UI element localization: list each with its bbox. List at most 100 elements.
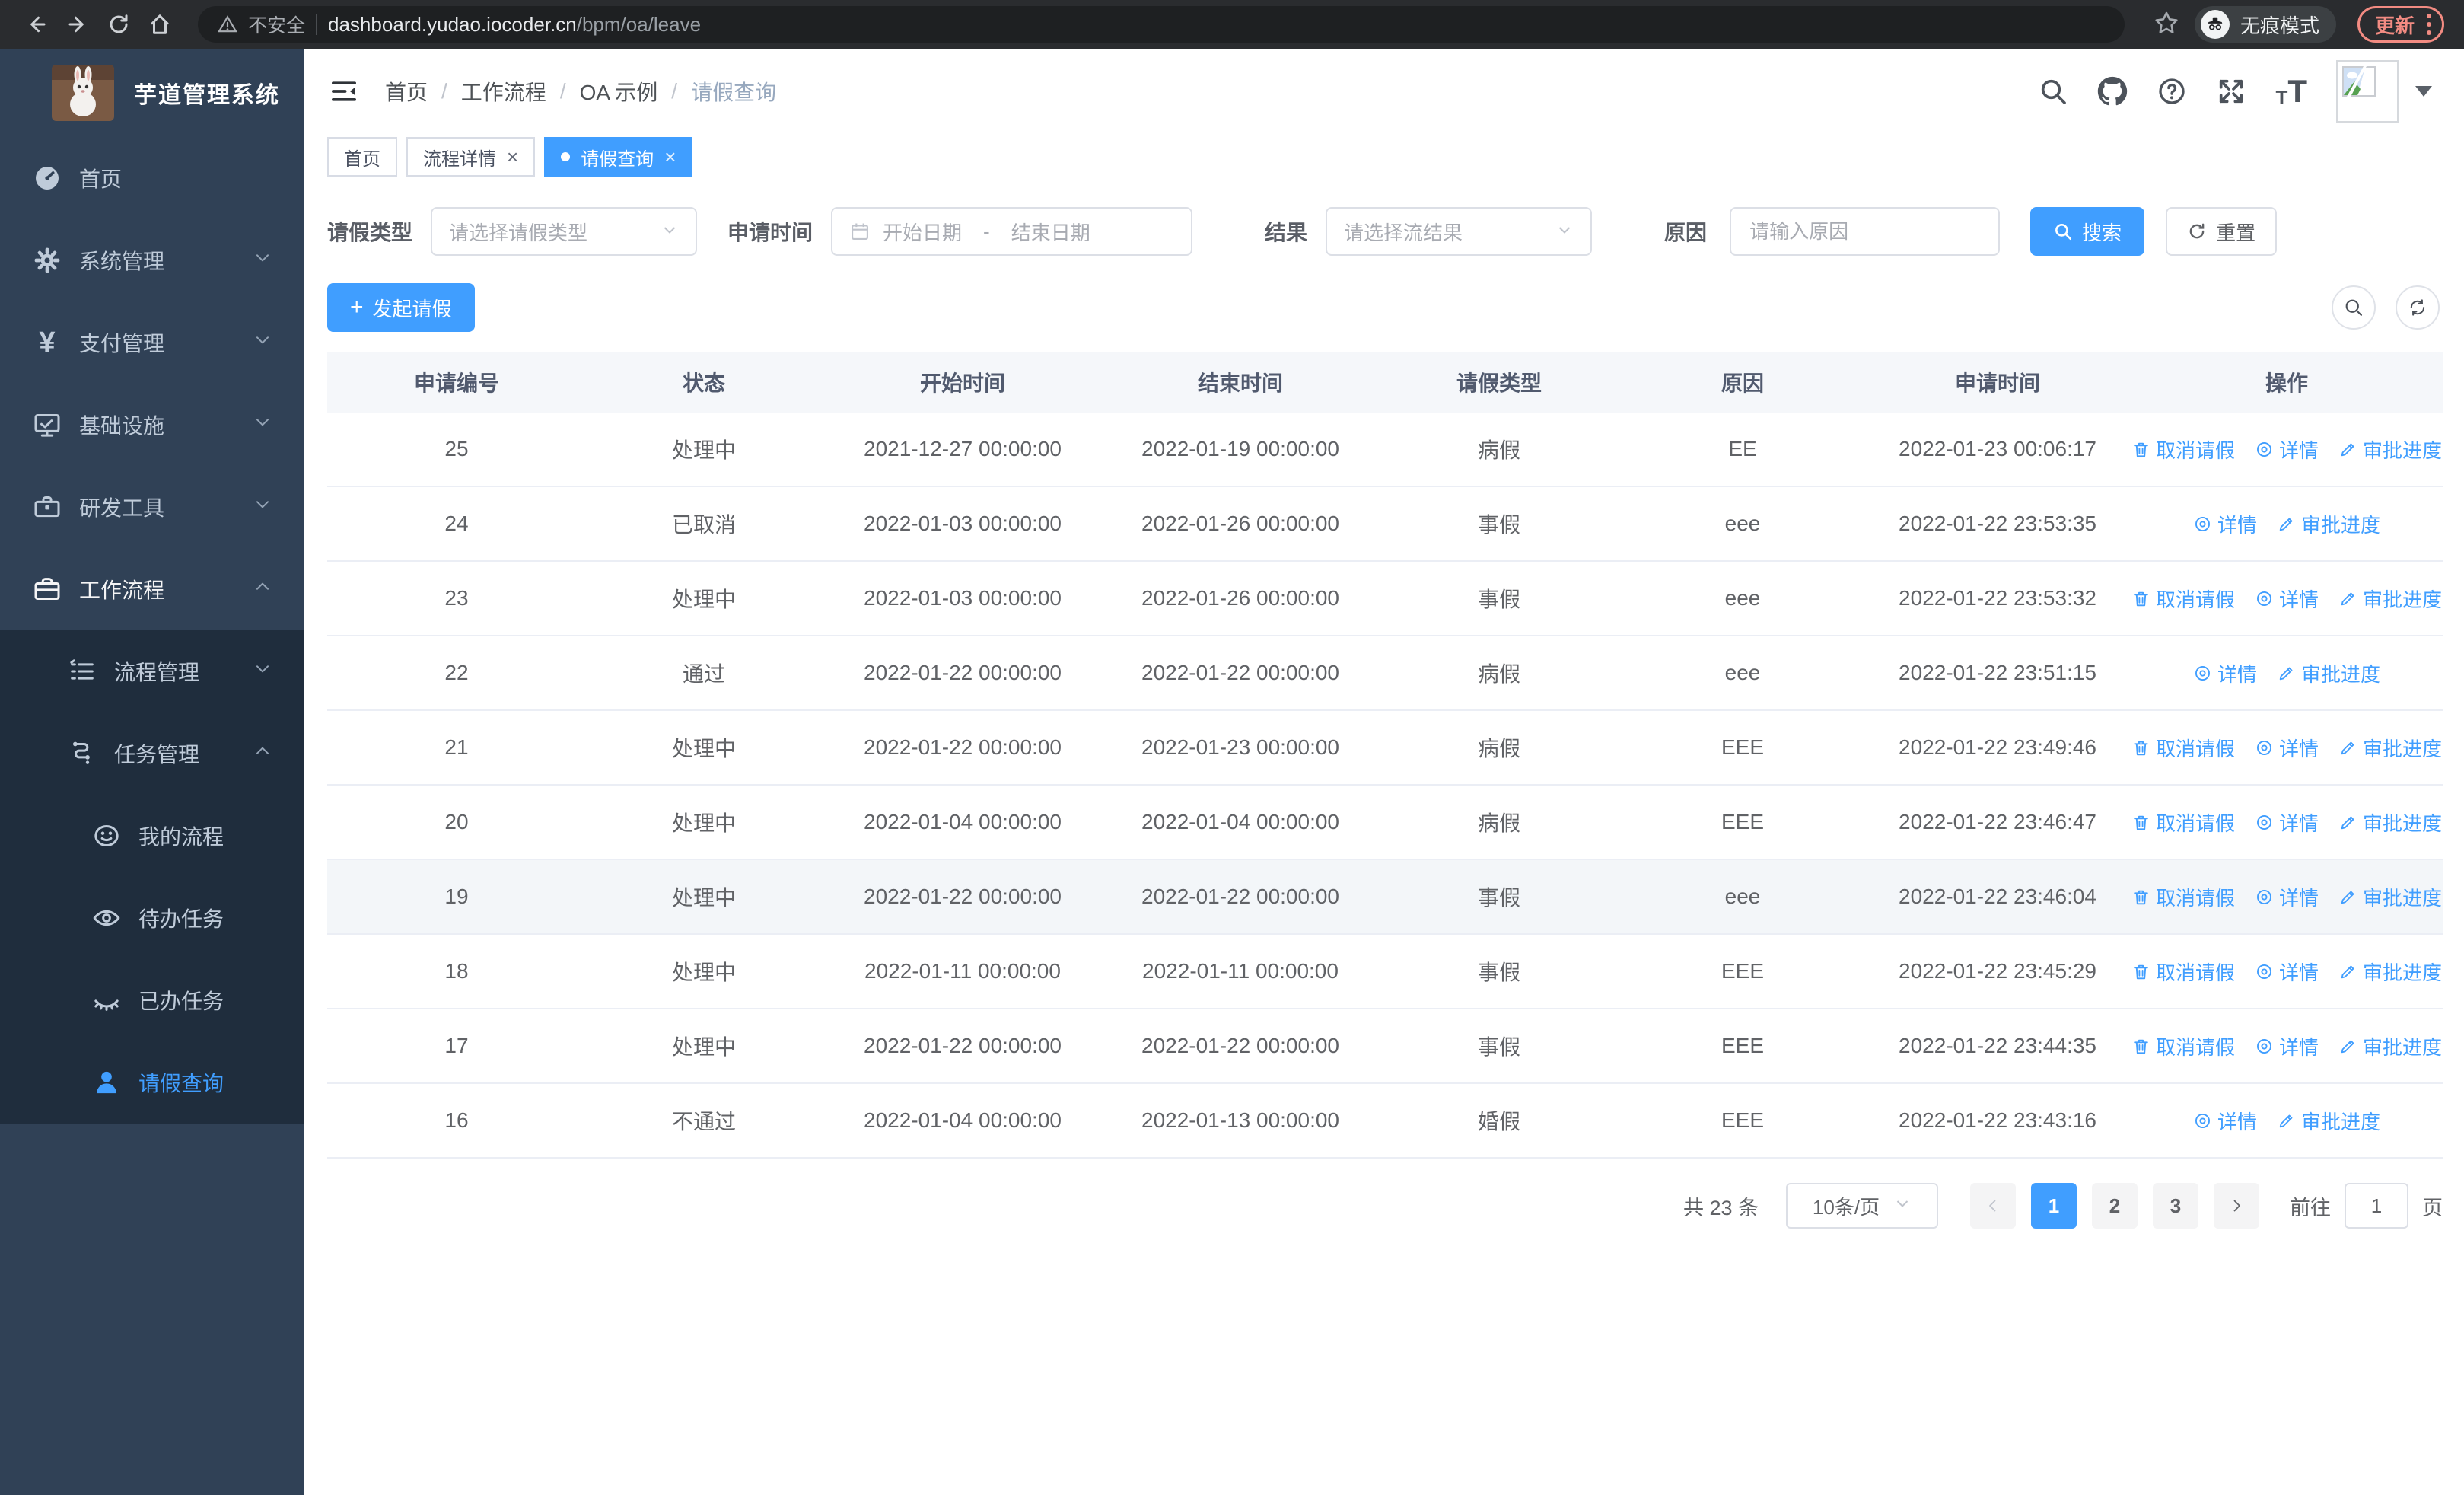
- table-row-20: 20 处理中 2022-01-04 00:00:00 2022-01-04 00:00…: [327, 786, 2443, 860]
- sidebar-fold-icon[interactable]: [327, 75, 361, 108]
- incognito-badge[interactable]: 无痕模式: [2194, 6, 2336, 43]
- cancel-leave-link[interactable]: 取消请假: [2131, 435, 2235, 464]
- detail-link[interactable]: 详情: [2193, 1107, 2257, 1135]
- close-icon[interactable]: ×: [507, 147, 518, 167]
- breadcrumb-item-2[interactable]: OA 示例: [580, 76, 658, 107]
- progress-link[interactable]: 审批进度: [2338, 435, 2442, 464]
- detail-link[interactable]: 详情: [2255, 585, 2319, 613]
- sidebar-item-6[interactable]: 流程管理: [0, 630, 304, 712]
- sidebar-item-8[interactable]: 我的流程: [0, 795, 304, 877]
- cell-leave-type: 婚假: [1477, 1110, 1520, 1133]
- cancel-leave-link[interactable]: 取消请假: [2131, 883, 2235, 911]
- action-label: 审批进度: [2363, 737, 2443, 760]
- sidebar-item-9[interactable]: 待办任务: [0, 877, 304, 959]
- forward-icon[interactable]: [61, 8, 94, 41]
- page-size-select[interactable]: 10条/页: [1786, 1183, 1938, 1229]
- sidebar-item-3[interactable]: 基础设施: [0, 384, 304, 466]
- progress-link[interactable]: 审批进度: [2338, 883, 2442, 911]
- reset-button[interactable]: 重置: [2166, 207, 2278, 256]
- cell-end-time: 2022-01-23 00:00:00: [1141, 735, 1339, 759]
- cell-apply-time: 2022-01-22 23:43:16: [1899, 1108, 2096, 1132]
- sidebar-item-5[interactable]: 工作流程: [0, 548, 304, 630]
- browser-update-button[interactable]: 更新: [2357, 6, 2444, 43]
- progress-link[interactable]: 审批进度: [2338, 1032, 2442, 1060]
- refresh-button[interactable]: [2396, 285, 2440, 330]
- browser-menu-icon[interactable]: [2427, 14, 2431, 35]
- page-button-1[interactable]: 1: [2031, 1183, 2077, 1229]
- cell-status: 处理中: [671, 737, 736, 760]
- detail-link[interactable]: 详情: [2255, 958, 2319, 986]
- detail-link[interactable]: 详情: [2193, 510, 2257, 538]
- cancel-leave-link[interactable]: 取消请假: [2131, 958, 2235, 986]
- chevron-down-icon: [1893, 1194, 1912, 1218]
- sidebar-item-label: 基础设施: [79, 414, 165, 438]
- detail-link[interactable]: 详情: [2255, 1032, 2319, 1060]
- github-icon[interactable]: [2097, 76, 2128, 107]
- toggle-search-button[interactable]: [2332, 285, 2376, 330]
- reload-icon[interactable]: [102, 8, 135, 41]
- cancel-leave-link[interactable]: 取消请假: [2131, 734, 2235, 762]
- home-icon[interactable]: [143, 8, 177, 41]
- apply-time-range-picker[interactable]: 开始日期 - 结束日期: [831, 207, 1193, 256]
- url-text[interactable]: dashboard.yudao.iocoder.cn/bpm/oa/leave: [328, 13, 701, 37]
- progress-link[interactable]: 审批进度: [2338, 808, 2442, 837]
- reason-input[interactable]: [1730, 207, 2001, 256]
- app-logo[interactable]: 芋道管理系统: [0, 49, 304, 137]
- goto-page-input[interactable]: [2345, 1183, 2408, 1229]
- detail-link[interactable]: 详情: [2255, 883, 2319, 911]
- sidebar-item-0[interactable]: 首页: [0, 137, 304, 219]
- next-page-button[interactable]: [2214, 1183, 2259, 1229]
- avatar[interactable]: [2336, 60, 2399, 123]
- progress-link[interactable]: 审批进度: [2277, 510, 2380, 538]
- detail-link[interactable]: 详情: [2193, 659, 2257, 687]
- address-bar[interactable]: 不安全 dashboard.yudao.iocoder.cn/bpm/oa/le…: [198, 6, 2125, 43]
- avatar-caret-icon[interactable]: [2415, 86, 2432, 97]
- cancel-leave-link[interactable]: 取消请假: [2131, 808, 2235, 837]
- sidebar-item-2[interactable]: ¥ 支付管理: [0, 301, 304, 384]
- not-secure-warning-icon[interactable]: [218, 14, 237, 34]
- sidebar-item-11[interactable]: 请假查询: [0, 1041, 304, 1124]
- sidebar-item-4[interactable]: 研发工具: [0, 466, 304, 548]
- leave-type-select[interactable]: 请选择请假类型: [431, 207, 698, 256]
- progress-link[interactable]: 审批进度: [2338, 958, 2442, 986]
- cancel-leave-link[interactable]: 取消请假: [2131, 585, 2235, 613]
- cell-reason: EEE: [1721, 1108, 1765, 1132]
- cell-apply-time: 2022-01-23 00:06:17: [1899, 437, 2096, 461]
- tab-1[interactable]: 流程详情 ×: [406, 137, 536, 177]
- close-icon[interactable]: ×: [664, 147, 676, 167]
- page-button-2[interactable]: 2: [2092, 1183, 2138, 1229]
- tab-2[interactable]: 请假查询 ×: [544, 137, 693, 177]
- create-leave-button[interactable]: + 发起请假: [327, 283, 475, 332]
- column-header-5: 原因: [1721, 371, 1764, 395]
- result-select[interactable]: 请选择流结果: [1326, 207, 1593, 256]
- tab-0[interactable]: 首页: [327, 137, 397, 177]
- page-unit-label: 页: [2422, 1196, 2443, 1219]
- bookmark-star-icon[interactable]: [2154, 10, 2179, 40]
- detail-link[interactable]: 详情: [2255, 808, 2319, 837]
- back-icon[interactable]: [20, 8, 53, 41]
- breadcrumb-item-1[interactable]: 工作流程: [461, 76, 546, 107]
- pen-icon: [2338, 888, 2357, 907]
- detail-link[interactable]: 详情: [2255, 734, 2319, 762]
- breadcrumb-item-0[interactable]: 首页: [385, 76, 428, 107]
- progress-link[interactable]: 审批进度: [2338, 585, 2442, 613]
- progress-link[interactable]: 审批进度: [2277, 659, 2380, 687]
- action-label: 审批进度: [2301, 1110, 2381, 1133]
- security-label[interactable]: 不安全: [248, 11, 305, 38]
- sidebar-menu: 首页 系统管理 ¥ 支付管理基础设施研发工具 工作流程 流程管理 任务管理 我的流程 待办任务已…: [0, 137, 304, 1124]
- sidebar-item-10[interactable]: 已办任务: [0, 959, 304, 1041]
- cell-actions: 详情 审批进度: [2131, 510, 2443, 538]
- search-button[interactable]: 搜索: [2030, 207, 2145, 256]
- page-button-3[interactable]: 3: [2153, 1183, 2198, 1229]
- font-size-icon[interactable]: TT: [2275, 75, 2307, 108]
- sidebar-item-7[interactable]: 任务管理: [0, 712, 304, 795]
- sidebar-item-1[interactable]: 系统管理: [0, 219, 304, 301]
- help-icon[interactable]: [2157, 76, 2187, 107]
- search-icon[interactable]: [2038, 76, 2068, 107]
- cancel-leave-link[interactable]: 取消请假: [2131, 1032, 2235, 1060]
- progress-link[interactable]: 审批进度: [2338, 734, 2442, 762]
- progress-link[interactable]: 审批进度: [2277, 1107, 2380, 1135]
- fullscreen-icon[interactable]: [2216, 76, 2246, 107]
- prev-page-button[interactable]: [1970, 1183, 2016, 1229]
- detail-link[interactable]: 详情: [2255, 435, 2319, 464]
